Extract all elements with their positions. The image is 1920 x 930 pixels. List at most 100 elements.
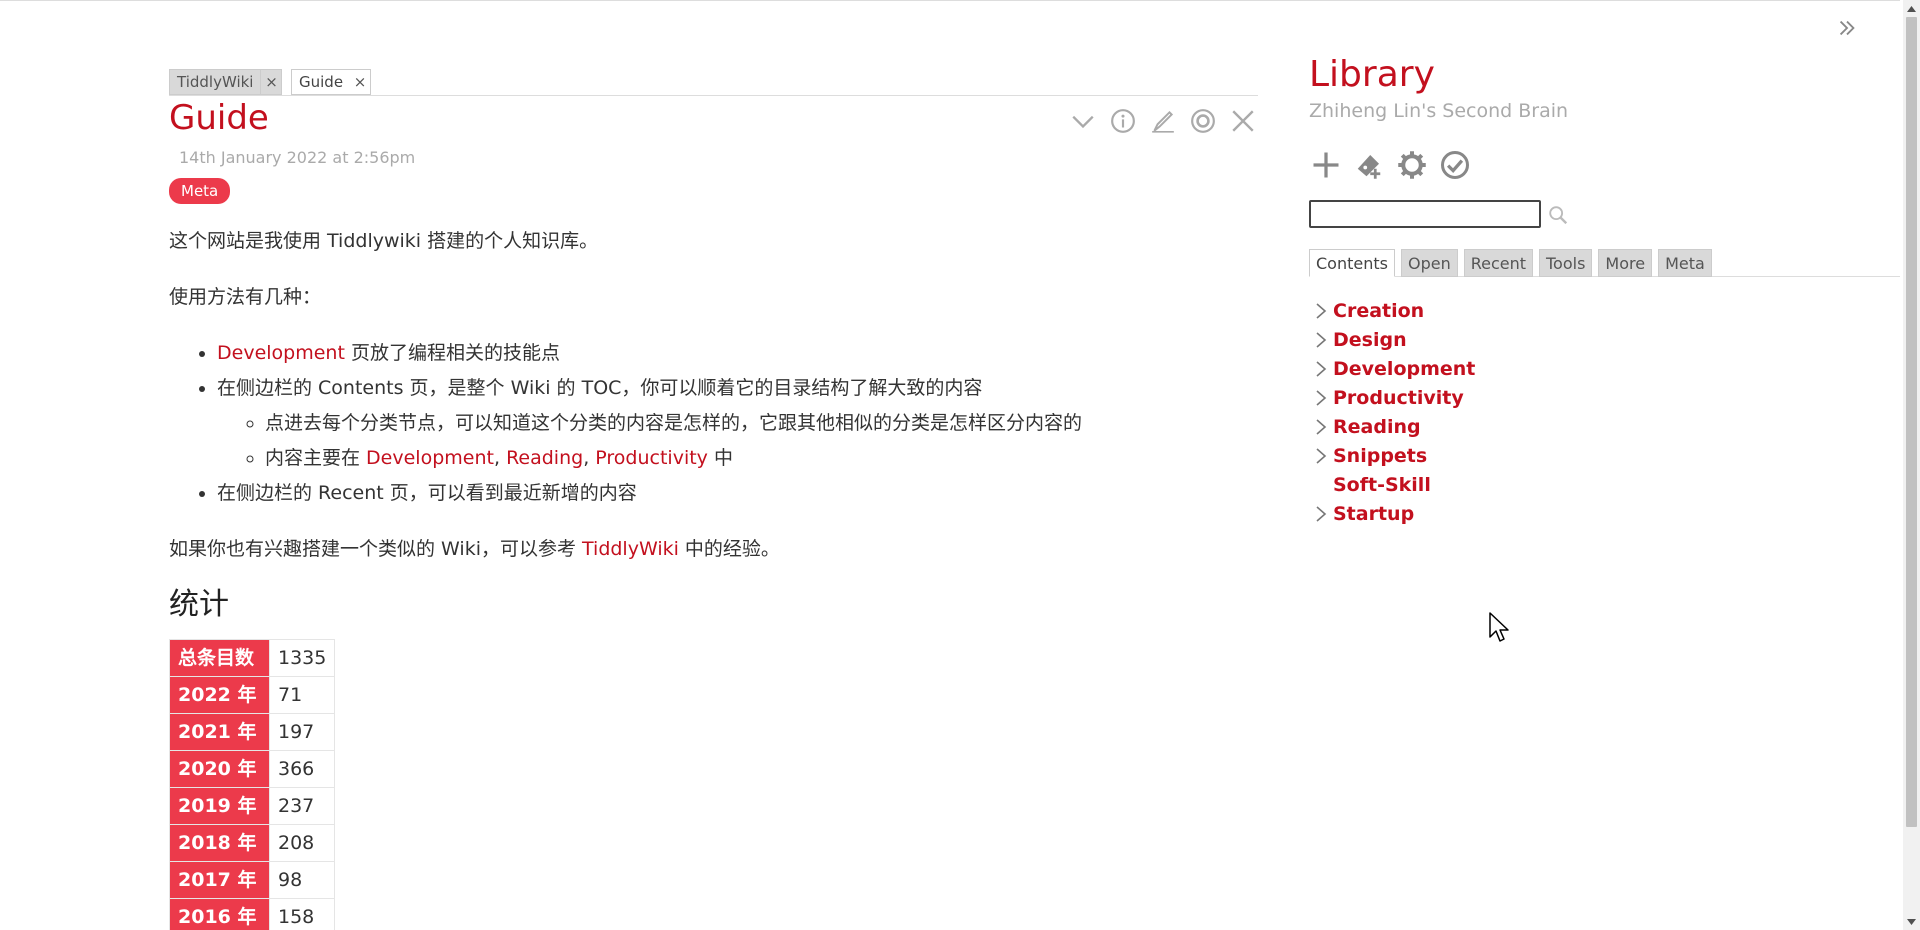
tab-meta[interactable]: Meta bbox=[1658, 249, 1712, 277]
sub-list: 点进去每个分类节点，可以知道这个分类的内容是怎样的，它跟其他相似的分类是怎样区分… bbox=[217, 409, 1258, 472]
tiddler-subtitle: 14th January 2022 at 2:56pm bbox=[179, 148, 416, 167]
tab-recent[interactable]: Recent bbox=[1463, 249, 1533, 277]
toc-link[interactable]: Productivity bbox=[1333, 387, 1464, 409]
table-row: 2016 年 158 bbox=[169, 898, 336, 930]
plus-icon[interactable] bbox=[1309, 148, 1343, 182]
toc-link[interactable]: Soft-Skill bbox=[1333, 474, 1431, 496]
toc-item-creation: Creation bbox=[1309, 296, 1475, 325]
tab-open[interactable]: Open bbox=[1400, 249, 1458, 277]
tiddler-body: 这个网站是我使用 Tiddlywiki 搭建的个人知识库。 使用方法有几种： D… bbox=[169, 227, 1258, 930]
site-title: Library bbox=[1309, 54, 1435, 95]
chevron-right-icon[interactable] bbox=[1309, 328, 1333, 352]
link-reading[interactable]: Reading bbox=[506, 447, 583, 469]
toc-item-design: Design bbox=[1309, 325, 1475, 354]
toc-link[interactable]: Snippets bbox=[1333, 445, 1427, 467]
stats-key: 2021 年 bbox=[169, 713, 270, 751]
stats-key: 2017 年 bbox=[169, 861, 270, 899]
chevron-right-icon[interactable] bbox=[1309, 299, 1333, 323]
new-journal-icon[interactable] bbox=[1352, 148, 1386, 182]
toc-link[interactable]: Development bbox=[1333, 358, 1475, 380]
toc-item-development: Development bbox=[1309, 354, 1475, 383]
separator: , bbox=[583, 447, 596, 469]
list-item: 在侧边栏的 Contents 页，是整个 Wiki 的 TOC，你可以顺着它的目… bbox=[217, 374, 1258, 472]
chevron-down-icon[interactable] bbox=[1068, 106, 1098, 136]
stats-value: 1335 bbox=[268, 639, 336, 677]
tiddler-toolbar bbox=[1068, 106, 1258, 136]
gear-icon[interactable] bbox=[1395, 148, 1429, 182]
toc-link[interactable]: Reading bbox=[1333, 416, 1421, 438]
info-icon[interactable] bbox=[1108, 106, 1138, 136]
chevron-right-icon[interactable] bbox=[1309, 357, 1333, 381]
stats-table: 总条目数 1335 2022 年 71 2021 年 197 2020 年 366 20… bbox=[169, 639, 336, 930]
scrollbar[interactable] bbox=[1903, 0, 1920, 930]
tab-more[interactable]: More bbox=[1598, 249, 1653, 277]
story-tab-tiddlywiki[interactable]: TiddlyWiki × bbox=[169, 69, 283, 95]
link-productivity[interactable]: Productivity bbox=[595, 447, 708, 469]
table-row: 2022 年 71 bbox=[169, 676, 336, 714]
stats-value: 208 bbox=[268, 824, 336, 862]
table-row: 2018 年 208 bbox=[169, 824, 336, 862]
top-rule bbox=[0, 0, 1900, 1]
close-icon[interactable]: × bbox=[350, 69, 372, 95]
list-item-text: 点进去每个分类节点，可以知道这个分类的内容是怎样的，它跟其他相似的分类是怎样区分… bbox=[265, 412, 1083, 434]
list-item-text: 内容主要在 bbox=[265, 447, 367, 469]
paragraph: 这个网站是我使用 Tiddlywiki 搭建的个人知识库。 bbox=[169, 230, 599, 252]
list-item-text: 在侧边栏的 Recent 页，可以看到最近新增的内容 bbox=[217, 482, 637, 504]
close-icon[interactable] bbox=[1228, 106, 1258, 136]
mouse-cursor-icon bbox=[1489, 612, 1509, 642]
toc-link[interactable]: Startup bbox=[1333, 503, 1414, 525]
toc-link[interactable]: Design bbox=[1333, 329, 1407, 351]
stats-value: 158 bbox=[268, 898, 336, 930]
edit-icon[interactable] bbox=[1148, 106, 1178, 136]
check-circle-icon[interactable] bbox=[1438, 148, 1472, 182]
tab-contents[interactable]: Contents bbox=[1309, 249, 1395, 277]
paragraph: 使用方法有几种： bbox=[169, 286, 322, 308]
chevron-right-icon[interactable] bbox=[1309, 502, 1333, 526]
chevron-right-icon[interactable] bbox=[1309, 415, 1333, 439]
search-input[interactable] bbox=[1309, 200, 1541, 228]
list-item-text: 在侧边栏的 Contents 页，是整个 Wiki 的 TOC，你可以顺着它的目… bbox=[217, 377, 983, 399]
story-tab-guide[interactable]: Guide × bbox=[291, 69, 372, 95]
toc-item-productivity: Productivity bbox=[1309, 383, 1475, 412]
toc-spacer bbox=[1309, 473, 1333, 497]
stats-value: 237 bbox=[268, 787, 336, 825]
stats-key: 2022 年 bbox=[169, 676, 270, 714]
stats-value: 98 bbox=[268, 861, 336, 899]
toc-item-startup: Startup bbox=[1309, 499, 1475, 528]
stats-key: 2016 年 bbox=[169, 898, 270, 930]
search-icon[interactable] bbox=[1545, 202, 1571, 228]
scroll-down-arrow-icon[interactable] bbox=[1903, 913, 1920, 930]
stats-heading: 统计 bbox=[169, 587, 229, 622]
list-item: Development 页放了编程相关的技能点 bbox=[217, 339, 1258, 367]
table-row: 2017 年 98 bbox=[169, 861, 336, 899]
list-item-text: 页放了编程相关的技能点 bbox=[344, 342, 560, 364]
toc-link[interactable]: Creation bbox=[1333, 300, 1424, 322]
tiddler-title[interactable]: Guide bbox=[169, 98, 269, 138]
chevron-right-icon[interactable] bbox=[1309, 386, 1333, 410]
link-tiddlywiki[interactable]: TiddlyWiki bbox=[582, 538, 679, 560]
separator: , bbox=[493, 447, 507, 469]
tab-tools[interactable]: Tools bbox=[1539, 249, 1593, 277]
story-tabs: TiddlyWiki × Guide × bbox=[169, 62, 1258, 96]
stats-value: 197 bbox=[268, 713, 336, 751]
tiddlywiki-page: TiddlyWiki × Guide × Guide 14th January … bbox=[0, 0, 1920, 930]
chevron-right-icon[interactable] bbox=[1309, 444, 1333, 468]
scroll-up-arrow-icon[interactable] bbox=[1903, 0, 1920, 17]
target-icon[interactable] bbox=[1188, 106, 1218, 136]
sidebar-tabs: Contents Open Recent Tools More Meta bbox=[1309, 249, 1900, 277]
toc-item-soft-skill: Soft-Skill bbox=[1309, 470, 1475, 499]
story-tab-label[interactable]: Guide bbox=[291, 69, 351, 95]
scrollbar-thumb[interactable] bbox=[1906, 17, 1917, 827]
link-development[interactable]: Development bbox=[217, 342, 345, 364]
story-tab-label[interactable]: TiddlyWiki bbox=[169, 69, 262, 95]
toc-item-snippets: Snippets bbox=[1309, 441, 1475, 470]
tag-meta[interactable]: Meta bbox=[169, 178, 231, 204]
table-row: 2020 年 366 bbox=[169, 750, 336, 788]
paragraph-text: 如果你也有兴趣搭建一个类似的 Wiki，可以参考 bbox=[169, 538, 583, 560]
list-item-text: 中 bbox=[707, 447, 733, 469]
close-icon[interactable]: × bbox=[261, 69, 283, 95]
table-row: 2019 年 237 bbox=[169, 787, 336, 825]
double-chevron-right-icon[interactable] bbox=[1834, 14, 1860, 42]
story-river: TiddlyWiki × Guide × Guide 14th January … bbox=[169, 62, 1258, 930]
link-development[interactable]: Development bbox=[366, 447, 494, 469]
